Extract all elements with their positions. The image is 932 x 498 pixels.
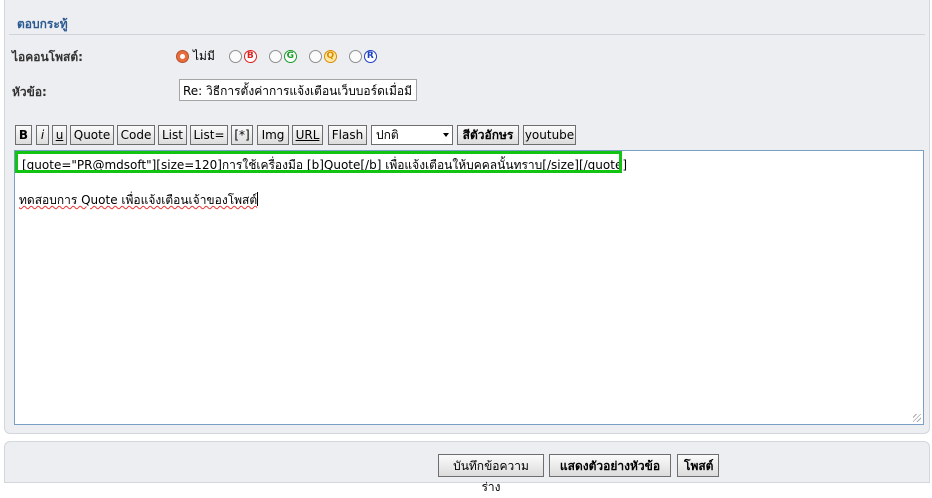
post-icon-none-label: ไม่มี xyxy=(193,48,215,63)
underline-button[interactable]: u xyxy=(52,125,67,145)
chevron-down-icon xyxy=(443,133,449,137)
post-icon-radio-q[interactable] xyxy=(308,49,322,63)
list-button[interactable]: List xyxy=(158,125,187,145)
r-circle-icon: R xyxy=(363,49,377,63)
font-size-select-value: ปกติ xyxy=(376,128,399,142)
panel-title: ตอบกระทู้ xyxy=(17,17,68,31)
post-icon-options: ไม่มี B G Q R xyxy=(176,46,389,66)
highlight-box xyxy=(15,151,622,173)
list-item-button[interactable]: [*] xyxy=(231,125,253,145)
q-circle-icon: Q xyxy=(323,49,337,63)
list-ordered-button[interactable]: List= xyxy=(190,125,228,145)
flash-button[interactable]: Flash xyxy=(328,125,367,145)
font-size-select[interactable]: ปกติ xyxy=(371,125,453,145)
resize-grip-icon[interactable] xyxy=(913,414,921,422)
title-divider xyxy=(9,34,925,35)
preview-button[interactable]: แสดงตัวอย่างหัวข้อ xyxy=(549,454,671,477)
italic-button[interactable]: i xyxy=(36,125,49,145)
font-color-button[interactable]: สีตัวอักษร xyxy=(457,125,519,145)
post-button[interactable]: โพสต์ xyxy=(677,454,719,477)
action-bar: บันทึกข้อความร่าง แสดงตัวอย่างหัวข้อ โพส… xyxy=(4,441,930,494)
youtube-button[interactable]: youtube xyxy=(523,125,576,145)
bold-button[interactable]: B xyxy=(15,125,32,145)
post-icon-radio-b[interactable] xyxy=(228,49,242,63)
post-icon-radio-r[interactable] xyxy=(348,49,362,63)
message-textarea[interactable]: [quote="PR@mdsoft"][size=120]การใช้เครื่… xyxy=(14,150,924,425)
post-icon-radio-none[interactable] xyxy=(176,49,189,63)
g-circle-icon: G xyxy=(283,49,297,63)
message-body-text: ทดสอบการ Quote เพื่อแจ้งเตือนเจ้าของโพสต… xyxy=(19,193,258,207)
subject-label: หัวข้อ: xyxy=(12,85,47,99)
save-draft-button[interactable]: บันทึกข้อความร่าง xyxy=(438,454,544,494)
message-body-line: ทดสอบการ Quote เพื่อแจ้งเตือนเจ้าของโพสต… xyxy=(19,191,259,210)
post-icon-radio-g[interactable] xyxy=(268,49,282,63)
post-icon-label: ไอคอนโพสต์: xyxy=(12,50,83,64)
code-button[interactable]: Code xyxy=(117,125,155,145)
b-circle-icon: B xyxy=(243,49,257,63)
quote-button[interactable]: Quote xyxy=(70,125,114,145)
text-caret xyxy=(257,192,259,206)
url-button[interactable]: URL xyxy=(292,125,323,145)
img-button[interactable]: Img xyxy=(257,125,289,145)
subject-input[interactable]: Re: วิธีการตั้งค่าการแจ้งเตือนเว็บบอร์ดเ… xyxy=(179,79,417,101)
